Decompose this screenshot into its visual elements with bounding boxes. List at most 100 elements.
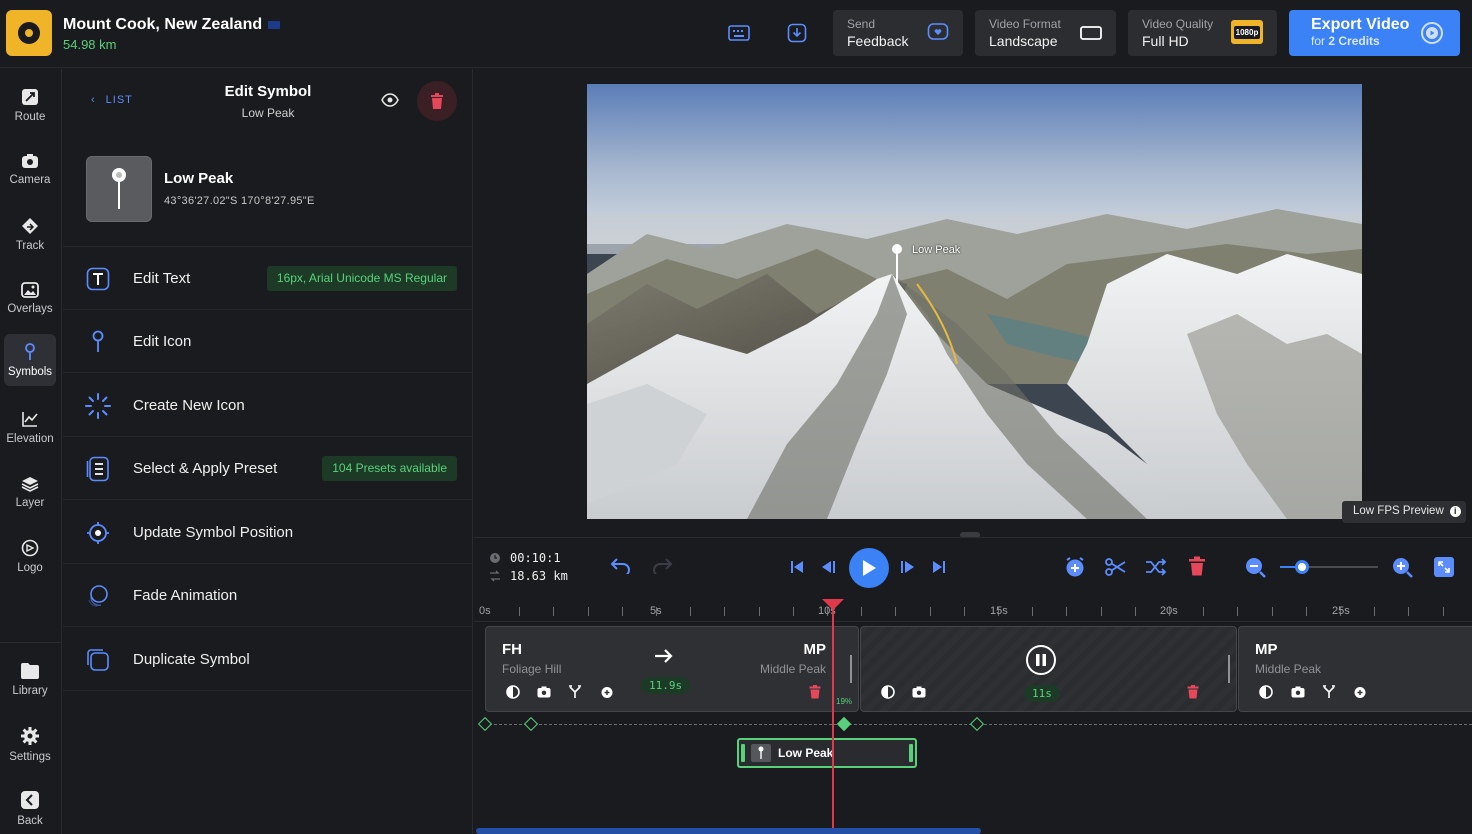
sidebar-item-logo[interactable]: Logo — [4, 530, 56, 582]
ruler-tick — [519, 607, 521, 616]
fade-toggle-icon[interactable] — [880, 684, 896, 700]
trash-icon — [431, 93, 443, 109]
fade-toggle-icon[interactable] — [1258, 684, 1274, 700]
zoom-slider-handle[interactable] — [1295, 560, 1309, 574]
symbol-clip-right-handle[interactable] — [909, 744, 913, 762]
ruler-tick — [1374, 607, 1376, 616]
play-button[interactable] — [849, 548, 889, 588]
ruler-tick — [1134, 607, 1136, 616]
gear-icon — [21, 726, 39, 745]
video-quality-button[interactable]: Video Quality Full HD 1080p — [1128, 10, 1277, 56]
low-fps-preview-toggle[interactable]: Low FPS Preview i — [1342, 501, 1466, 523]
sidebar-item-route[interactable]: Route — [4, 79, 56, 131]
menu-create-new-icon[interactable]: Create New Icon — [63, 374, 473, 437]
ruler-label: 15s — [990, 605, 1008, 617]
redo-icon[interactable] — [651, 556, 673, 574]
menu-label: Select & Apply Preset — [133, 459, 278, 477]
step-back-icon[interactable] — [820, 560, 836, 574]
camera-icon — [22, 153, 38, 168]
skip-to-end-icon[interactable] — [932, 560, 946, 574]
playhead-handle[interactable] — [822, 599, 844, 610]
symbol-clip-low-peak[interactable]: Low Peak — [737, 738, 917, 768]
menu-update-position[interactable]: Update Symbol Position — [63, 501, 473, 564]
clip-resize-grip[interactable] — [1228, 655, 1230, 683]
video-format-button[interactable]: Video Format Landscape — [975, 10, 1116, 56]
sidebar-item-camera[interactable]: Camera — [4, 143, 56, 195]
step-forward-icon[interactable] — [900, 560, 916, 574]
scissors-icon[interactable] — [1104, 557, 1126, 577]
sidebar-label: Track — [15, 239, 45, 252]
clip-trash-icon[interactable] — [807, 684, 823, 700]
sidebar-label: Camera — [9, 173, 51, 186]
sidebar-item-symbols[interactable]: Symbols — [4, 334, 56, 386]
fade-toggle-icon[interactable] — [505, 684, 521, 700]
pin-icon — [751, 744, 771, 762]
app-logo[interactable] — [6, 10, 52, 56]
info-icon: i — [1449, 506, 1461, 517]
alarm-add-icon[interactable] — [1352, 684, 1368, 700]
sidebar-item-overlays[interactable]: Overlays — [4, 272, 56, 324]
sidebar-item-library[interactable]: Library — [4, 653, 56, 705]
visibility-eye-icon[interactable] — [381, 93, 399, 112]
menu-edit-icon[interactable]: Edit Icon — [63, 310, 473, 373]
ruler-tick — [553, 607, 555, 616]
menu-label: Update Symbol Position — [133, 523, 294, 541]
clip-resize-grip[interactable] — [850, 655, 852, 683]
route-split-icon[interactable] — [1321, 684, 1337, 700]
back-link-label: LIST — [105, 94, 133, 106]
menu-select-preset[interactable]: Select & Apply Preset 104 Presets availa… — [63, 437, 473, 500]
shuffle-icon[interactable] — [1145, 557, 1167, 577]
ruler-tick — [929, 607, 931, 616]
sidebar-item-settings[interactable]: Settings — [4, 718, 56, 770]
logo-icon — [21, 539, 39, 556]
alarm-add-icon[interactable] — [599, 684, 615, 700]
skip-to-start-icon[interactable] — [790, 560, 804, 574]
fit-to-screen-icon[interactable] — [1434, 557, 1454, 577]
symbol-thumbnail[interactable] — [86, 156, 152, 222]
sidebar-item-layer[interactable]: Layer — [4, 466, 56, 518]
ruler-tick — [1237, 607, 1239, 616]
delete-symbol-button[interactable] — [417, 81, 457, 121]
menu-fade-animation[interactable]: Fade Animation — [63, 564, 473, 627]
clip-start-name: Middle Peak — [1255, 662, 1322, 676]
export-label: Export Video — [1311, 16, 1410, 33]
route-split-icon[interactable] — [567, 684, 583, 700]
font-badge: 16px, Arial Unicode MS Regular — [266, 265, 457, 291]
sidebar-label: Symbols — [7, 365, 53, 378]
menu-duplicate-symbol[interactable]: Duplicate Symbol — [63, 628, 473, 691]
symbol-edit-panel: ‹ LIST Edit Symbol Low Peak Low Peak 43°3… — [63, 69, 473, 834]
keyboard-icon[interactable] — [727, 22, 751, 44]
sidebar-item-back[interactable]: Back — [4, 782, 56, 834]
timeline-scrollbar[interactable] — [476, 828, 981, 834]
menu-label: Edit Icon — [133, 332, 192, 350]
menu-edit-text[interactable]: Edit Text 16px, Arial Unicode MS Regular — [63, 247, 473, 310]
export-video-button[interactable]: Export Video for 2 Credits — [1289, 10, 1460, 56]
add-keyframe-icon[interactable] — [1064, 556, 1086, 578]
ruler-tick — [690, 607, 692, 616]
playhead-line[interactable] — [832, 604, 834, 834]
map-preview[interactable]: Low Peak — [587, 84, 1362, 519]
download-icon[interactable] — [785, 22, 809, 44]
undo-icon[interactable] — [610, 556, 632, 574]
zoom-out-icon[interactable] — [1245, 557, 1267, 579]
clip-trash-icon[interactable] — [1185, 684, 1201, 700]
elevation-icon — [22, 411, 38, 427]
back-to-list-link[interactable]: ‹ LIST — [91, 94, 133, 106]
camera-icon[interactable] — [1290, 684, 1306, 700]
camera-icon[interactable] — [911, 684, 927, 700]
ruler-label: 0s — [479, 605, 491, 617]
camera-icon[interactable] — [536, 684, 552, 700]
symbol-clip-left-handle[interactable] — [741, 744, 745, 762]
delete-trash-icon[interactable] — [1188, 556, 1206, 576]
distance-icon — [489, 570, 501, 582]
mountain-scene-image — [587, 84, 1362, 519]
presets-badge: 104 Presets available — [322, 455, 457, 481]
time-ruler[interactable] — [474, 600, 1472, 622]
menu-label: Create New Icon — [133, 396, 245, 414]
sidebar-label: Layer — [15, 496, 45, 509]
sidebar-item-elevation[interactable]: Elevation — [4, 401, 56, 453]
sidebar-label: Settings — [9, 750, 51, 763]
feedback-button[interactable]: Send Feedback — [833, 10, 963, 56]
sidebar-item-track[interactable]: Track — [4, 208, 56, 260]
zoom-in-icon[interactable] — [1392, 557, 1414, 579]
